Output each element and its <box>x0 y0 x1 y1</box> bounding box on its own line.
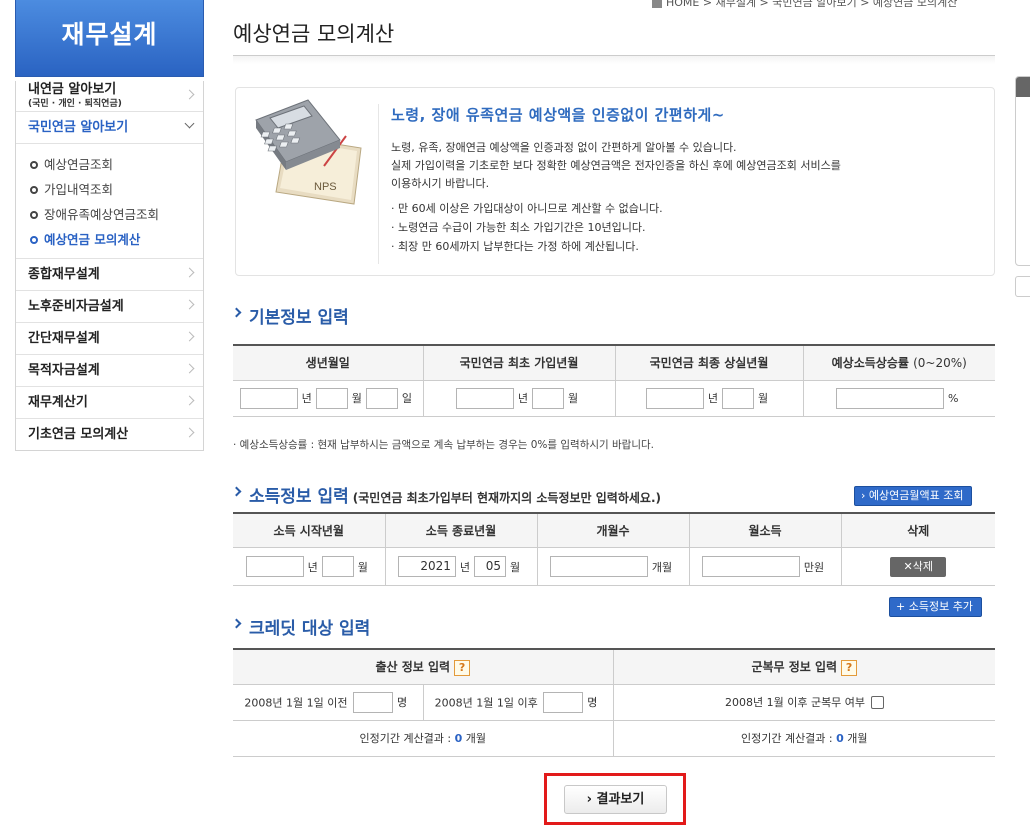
sidebar: 재무설계 내연금 알아보기 (국민 · 개인 · 퇴직연금) 국민연금 알아보기… <box>15 0 204 451</box>
help-icon[interactable]: ? <box>454 659 471 676</box>
intro-text: 실제 가입이력을 기초로한 보다 정확한 예상연금액은 전자인증을 하신 후에 … <box>391 159 841 172</box>
result-button-highlight: › 결과보기 <box>544 773 686 825</box>
main-content: 예상연금 모의계산 NPS 노령, 장애 유족연금 예상액을 인증없이 간편하게… <box>231 0 996 825</box>
section-title-credit: 크레딧 대상 입력 <box>231 614 370 639</box>
intro-notes: · 만 60세 이상은 가입대상이 아니므로 계산할 수 없습니다. · 노령연… <box>391 199 981 256</box>
income-rate-cell: % <box>802 380 995 417</box>
col-header: 생년월일 <box>233 344 423 381</box>
income-end-year-input[interactable]: 2021 <box>397 556 456 577</box>
sidebar-subitem-simulation[interactable]: 예상연금 모의계산 <box>30 227 203 252</box>
pension-table-lookup-button[interactable]: › 예상연금월액표 조회 <box>854 485 973 506</box>
sidebar-submenu: 예상연금조회 가입내역조회 장애유족예상연금조회 예상연금 모의계산 <box>16 143 203 258</box>
delete-row-button[interactable]: ✕삭제 <box>890 556 947 577</box>
col-header: 삭제 <box>840 511 995 548</box>
col-header: 예상소득상승률 (0~20%) <box>802 344 995 381</box>
intro-note: · 만 60세 이상은 가입대상이 아니므로 계산할 수 없습니다. <box>391 202 663 215</box>
first-join-cell: 년월 <box>422 380 615 417</box>
sidebar-item-comprehensive[interactable]: 종합재무설계 <box>16 258 203 290</box>
sidebar-subitem-expected-pension[interactable]: 예상연금조회 <box>30 152 203 177</box>
chevron-right-icon <box>184 299 195 310</box>
page-title: 예상연금 모의계산 <box>233 18 995 56</box>
col-header-birth: 출산 정보 입력? <box>233 648 614 685</box>
birth-day-input[interactable] <box>365 387 398 409</box>
military-credit-result: 인정기간 계산결과 : 0 개월 <box>612 720 996 757</box>
intro-note: · 최장 만 60세까지 납부한다는 가정 하에 계산됩니다. <box>391 240 639 253</box>
basic-note: · 예상소득상승률 : 현재 납부하시는 금액으로 계속 납부하는 경우는 0%… <box>233 438 655 451</box>
first-join-year-input[interactable] <box>455 387 514 409</box>
view-result-button[interactable]: › 결과보기 <box>564 785 667 814</box>
sidebar-subitem-disability-survivor[interactable]: 장애유족예상연금조회 <box>30 202 203 227</box>
calculator-illustration: NPS <box>255 99 362 205</box>
quick-menu[interactable] <box>1015 76 1030 266</box>
sidebar-item-my-pension[interactable]: 내연금 알아보기 (국민 · 개인 · 퇴직연금) <box>16 81 203 111</box>
col-header: 개월수 <box>536 511 689 548</box>
sidebar-subitem-subscription-history[interactable]: 가입내역조회 <box>30 177 203 202</box>
months-input[interactable] <box>549 556 648 577</box>
col-header: 소득 종료년월 <box>384 511 537 548</box>
arrow-right-icon <box>231 618 242 629</box>
last-loss-cell: 년월 <box>614 380 803 417</box>
chevron-right-icon <box>184 331 195 342</box>
col-header-military: 군복무 정보 입력? <box>612 648 996 685</box>
arrow-right-icon <box>231 307 242 318</box>
income-end-month-input[interactable]: 05 <box>474 556 506 577</box>
sidebar-item-simple-planning[interactable]: 간단재무설계 <box>16 322 203 354</box>
intro-text: 이용하시기 바랍니다. <box>391 177 490 190</box>
births-after-2008-input[interactable] <box>543 691 584 713</box>
military-service-checkbox[interactable] <box>870 695 884 709</box>
income-table: 소득 시작년월 소득 종료년월 개월수 월소득 삭제 년월 2021 년 05 월 개… <box>233 511 995 586</box>
intro-headline: 노령, 장애 유족연금 예상액을 인증없이 간편하게~ <box>391 106 725 124</box>
sidebar-item-retirement-fund[interactable]: 노후준비자금설계 <box>16 290 203 322</box>
sidebar-heading: 재무설계 <box>15 0 204 77</box>
sidebar-item-basic-pension[interactable]: 기초연금 모의계산 <box>16 418 203 450</box>
bullet-icon <box>30 161 38 169</box>
col-header: 월소득 <box>688 511 841 548</box>
chevron-down-icon <box>184 118 195 129</box>
first-join-month-input[interactable] <box>532 387 564 409</box>
chevron-right-icon <box>184 363 195 374</box>
birth-month-input[interactable] <box>315 387 348 409</box>
arrow-right-icon <box>231 486 242 496</box>
intro-box: NPS 노령, 장애 유족연금 예상액을 인증없이 간편하게~ 노령, 유족, … <box>235 87 995 276</box>
svg-text:NPS: NPS <box>314 181 337 193</box>
credit-table: 출산 정보 입력? 군복무 정보 입력? 2008년 1월 1일 이전 명 20… <box>233 648 996 757</box>
col-header: 소득 시작년월 <box>233 511 385 548</box>
sidebar-item-national-pension[interactable]: 국민연금 알아보기 <box>16 111 203 143</box>
births-before-2008-input[interactable] <box>352 691 393 713</box>
bullet-icon <box>30 186 38 194</box>
bullet-icon <box>30 236 38 244</box>
intro-note: · 노령연금 수급이 가능한 최소 가입기간은 10년입니다. <box>391 221 646 234</box>
sidebar-item-purpose-fund[interactable]: 목적자금설계 <box>16 354 203 386</box>
last-loss-year-input[interactable] <box>645 387 704 409</box>
birth-credit-result: 인정기간 계산결과 : 0 개월 <box>233 720 614 757</box>
help-icon[interactable]: ? <box>841 659 858 676</box>
bullet-icon <box>30 211 38 219</box>
top-button[interactable] <box>1015 276 1030 297</box>
sidebar-item-calculator[interactable]: 재무계산기 <box>16 386 203 418</box>
income-rate-input[interactable] <box>836 387 945 409</box>
col-header: 국민연금 최종 상실년월 <box>614 344 803 381</box>
income-start-year-input[interactable] <box>245 556 304 577</box>
chevron-right-icon <box>184 427 195 438</box>
birthdate-cell: 년월일 <box>233 380 423 417</box>
basic-info-table: 생년월일 국민연금 최초 가입년월 국민연금 최종 상실년월 예상소득상승률 (… <box>233 344 995 417</box>
monthly-income-input[interactable] <box>701 556 800 577</box>
income-start-month-input[interactable] <box>321 556 354 577</box>
col-header: 국민연금 최초 가입년월 <box>422 344 615 381</box>
section-title-basic: 기본정보 입력 <box>231 303 995 328</box>
last-loss-month-input[interactable] <box>722 387 754 409</box>
add-income-button[interactable]: + 소득정보 추가 <box>889 597 982 617</box>
birth-year-input[interactable] <box>239 387 298 409</box>
chevron-right-icon <box>184 267 195 278</box>
sidebar-menu: 내연금 알아보기 (국민 · 개인 · 퇴직연금) 국민연금 알아보기 예상연금… <box>15 81 204 451</box>
table-row: 년월 2021 년 05 월 개월 만원 ✕삭제 <box>233 547 995 586</box>
intro-text: 노령, 유족, 장애연금 예상액을 인증과정 없이 간편하게 알아볼 수 있습니… <box>391 141 737 154</box>
chevron-right-icon <box>184 395 195 406</box>
